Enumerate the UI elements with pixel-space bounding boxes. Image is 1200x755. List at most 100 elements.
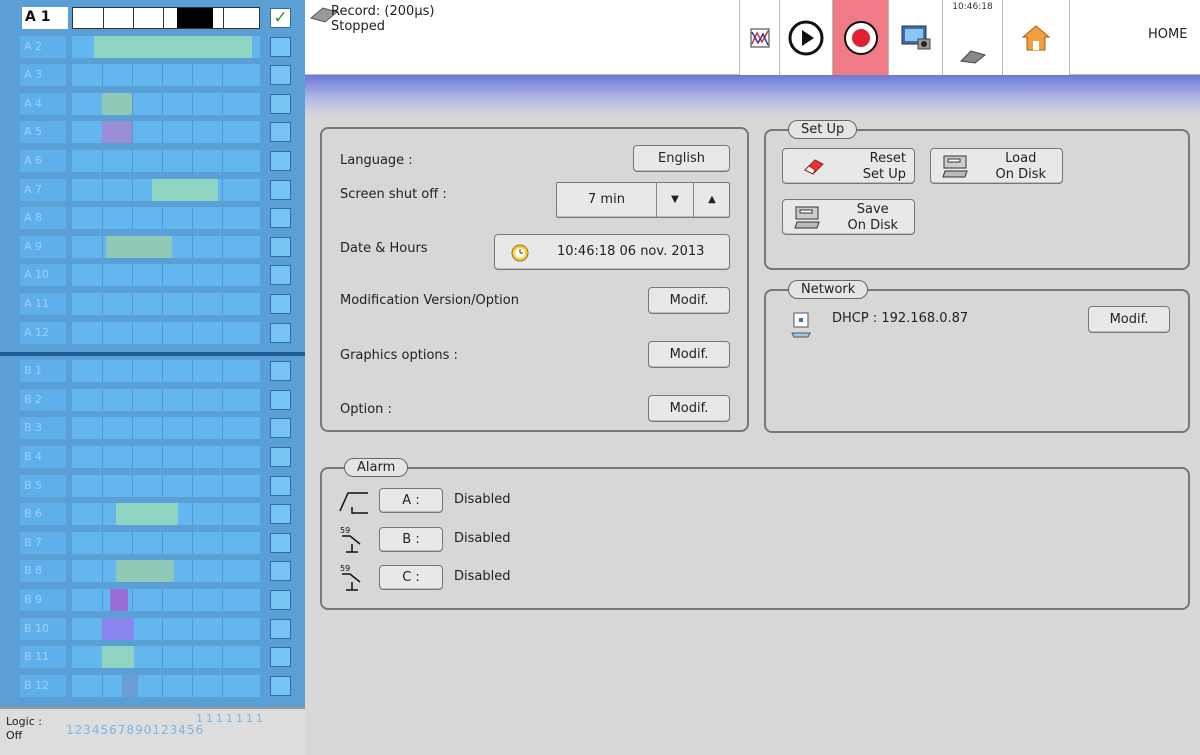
channel-label[interactable]: B 11	[20, 646, 66, 669]
channel-row[interactable]: A 9	[0, 233, 305, 261]
alarm-a-button[interactable]: A :	[379, 488, 443, 513]
channel-checkbox[interactable]	[270, 236, 291, 257]
channel-row[interactable]: B 12	[0, 672, 305, 700]
channel-checkbox[interactable]	[270, 504, 291, 525]
channel-checkbox[interactable]	[270, 418, 291, 439]
channel-track[interactable]	[72, 388, 260, 411]
channel-label[interactable]: B 2	[20, 388, 66, 411]
channel-track[interactable]	[72, 560, 260, 583]
decrement-icon[interactable]: ▼	[657, 183, 694, 217]
channel-label[interactable]: A 5	[20, 121, 66, 144]
channel-label[interactable]: A 9	[20, 235, 66, 258]
channel-track[interactable]	[72, 617, 260, 640]
channel-checkbox[interactable]	[270, 590, 291, 610]
home-icon-button[interactable]	[1002, 0, 1070, 75]
channel-row[interactable]: A 2	[0, 33, 305, 61]
channel-track[interactable]	[72, 674, 260, 697]
channel-label[interactable]: B 4	[20, 446, 66, 468]
channel-track[interactable]	[72, 446, 260, 468]
channel-label[interactable]: B 5	[20, 474, 66, 497]
channel-row[interactable]: A 10	[0, 261, 305, 289]
channel-row[interactable]: A 1 ✓	[0, 4, 305, 32]
channel-label[interactable]: A 12	[20, 321, 66, 344]
channel-checkbox[interactable]	[270, 475, 291, 496]
channel-checkbox[interactable]	[270, 179, 291, 200]
channel-row[interactable]: B 6	[0, 500, 305, 528]
reset-setup-button[interactable]: Reset Set Up	[782, 148, 915, 184]
channel-track[interactable]	[72, 646, 260, 669]
save-on-disk-button[interactable]: Save On Disk	[782, 199, 915, 235]
channel-row[interactable]: A 3	[0, 61, 305, 89]
channel-checkbox[interactable]	[270, 532, 291, 553]
channel-row[interactable]: B 3	[0, 414, 305, 442]
channel-label[interactable]: B 12	[20, 674, 66, 697]
channel-checkbox[interactable]	[270, 447, 291, 467]
channel-checkbox[interactable]	[270, 561, 291, 582]
channel-checkbox[interactable]	[270, 361, 291, 382]
record-button[interactable]	[832, 0, 888, 75]
date-time-button[interactable]: 10:46:18 06 nov. 2013	[494, 234, 730, 270]
channel-track[interactable]	[72, 474, 260, 497]
channel-checkbox[interactable]	[270, 93, 291, 114]
channel-label[interactable]: A 2	[20, 35, 66, 58]
channel-row[interactable]: B 1	[0, 357, 305, 385]
channel-row[interactable]: B 8	[0, 557, 305, 585]
channel-track[interactable]	[72, 589, 260, 611]
channel-track[interactable]	[72, 121, 260, 144]
channel-label[interactable]: A 7	[20, 178, 66, 201]
channel-checkbox[interactable]	[270, 294, 291, 314]
play-button[interactable]	[779, 0, 832, 75]
channel-track[interactable]	[72, 360, 260, 383]
channel-label[interactable]: A 8	[20, 207, 66, 230]
channel-checkbox[interactable]	[270, 122, 291, 143]
screenshot-button[interactable]	[888, 0, 942, 75]
channel-checkbox[interactable]	[270, 322, 291, 343]
alarm-c-button[interactable]: C :	[379, 565, 443, 590]
channel-track[interactable]	[72, 503, 260, 526]
channel-checkbox[interactable]: ✓	[270, 8, 291, 28]
channel-label[interactable]: B 8	[20, 560, 66, 583]
channel-track[interactable]	[72, 92, 260, 115]
channel-checkbox[interactable]	[270, 389, 291, 410]
screen-shutoff-select[interactable]: 7 min ▼ ▲	[556, 182, 730, 218]
channel-label[interactable]: B 1	[20, 360, 66, 383]
channel-label[interactable]: B 7	[20, 531, 66, 554]
channel-track[interactable]	[72, 207, 260, 230]
load-on-disk-button[interactable]: Load On Disk	[930, 148, 1063, 184]
channel-track[interactable]	[72, 417, 260, 440]
channel-checkbox[interactable]	[270, 208, 291, 229]
channel-track[interactable]	[72, 64, 260, 87]
channel-row[interactable]: A 12	[0, 319, 305, 347]
channel-track[interactable]	[72, 293, 260, 315]
channel-label[interactable]: B 6	[20, 503, 66, 526]
alarm-b-button[interactable]: B :	[379, 527, 443, 552]
channel-row[interactable]: A 5	[0, 118, 305, 146]
channel-row[interactable]: A 7	[0, 176, 305, 204]
channel-row[interactable]: A 11	[0, 290, 305, 318]
channel-track[interactable]	[72, 35, 260, 58]
channel-track[interactable]	[72, 264, 260, 287]
channel-checkbox[interactable]	[270, 618, 291, 639]
channel-row[interactable]: B 11	[0, 643, 305, 671]
channel-row[interactable]: B 2	[0, 386, 305, 414]
channel-track[interactable]	[72, 531, 260, 554]
home-label[interactable]: HOME	[1148, 27, 1187, 42]
channel-row[interactable]: A 4	[0, 90, 305, 118]
logic-bar[interactable]: Logic : Off 1234567890123456 1111111	[0, 707, 305, 755]
channel-label[interactable]: A 6	[20, 150, 66, 172]
channel-label[interactable]: B 10	[20, 617, 66, 640]
channel-row[interactable]: A 8	[0, 204, 305, 232]
channel-label[interactable]: B 3	[20, 417, 66, 440]
channel-track[interactable]	[72, 235, 260, 258]
channel-label[interactable]: A 3	[20, 64, 66, 87]
channel-checkbox[interactable]	[270, 36, 291, 57]
channel-label[interactable]: B 9	[20, 589, 66, 611]
channel-checkbox[interactable]	[270, 265, 291, 286]
channel-checkbox[interactable]	[270, 151, 291, 171]
option-modif-button[interactable]: Modif.	[648, 395, 730, 422]
channel-row[interactable]: B 7	[0, 529, 305, 557]
channel-checkbox[interactable]	[270, 675, 291, 696]
channel-track[interactable]	[72, 150, 260, 172]
network-modif-button[interactable]: Modif.	[1088, 306, 1170, 333]
channel-label[interactable]: A 11	[20, 293, 66, 315]
